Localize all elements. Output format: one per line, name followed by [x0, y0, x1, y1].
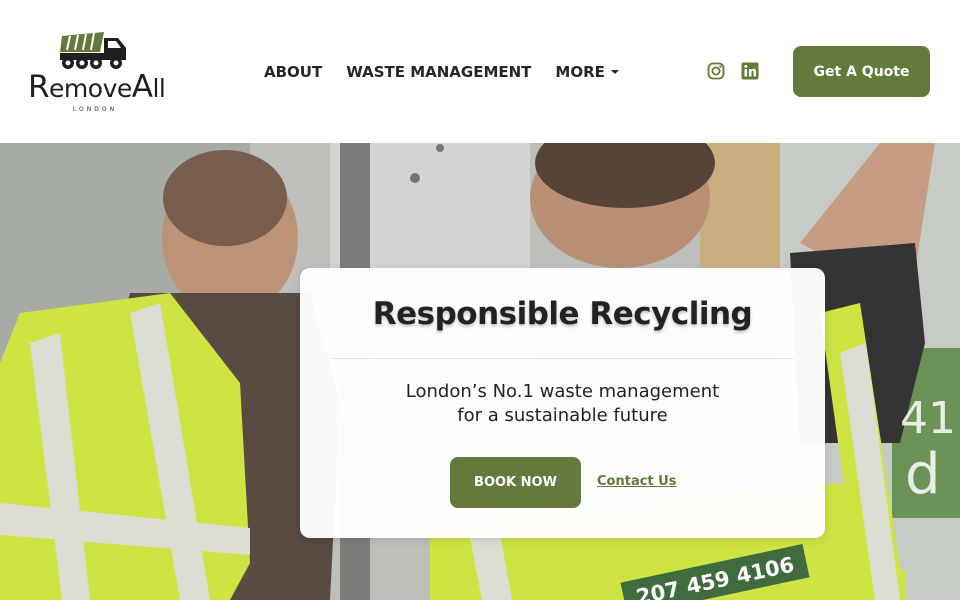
hero-subtitle-line2: for a sustainable future — [457, 405, 668, 426]
hero-subtitle: London’s No.1 waste management for a sus… — [300, 380, 825, 428]
main-nav: ABOUT WASTE MANAGEMENT MORE — [264, 60, 619, 84]
get-quote-button[interactable]: Get A Quote — [793, 46, 930, 97]
card-divider — [332, 358, 794, 359]
hero-subtitle-line1: London’s No.1 waste management — [405, 381, 720, 402]
hero-title: Responsible Recycling — [372, 296, 753, 332]
hero-card: Responsible Recycling London’s No.1 wast… — [300, 268, 825, 538]
brand-name: RemoveAll — [28, 69, 166, 105]
book-now-button[interactable]: BOOK NOW — [450, 457, 581, 508]
linkedin-icon[interactable] — [741, 62, 759, 80]
brand-logo[interactable]: RemoveAll LONDON — [28, 28, 166, 116]
nav-item-about[interactable]: ABOUT — [264, 63, 322, 81]
caret-down-icon — [610, 70, 619, 74]
instagram-icon[interactable] — [707, 62, 725, 80]
brand-subtitle: LONDON — [72, 106, 118, 113]
nav-item-waste-management[interactable]: WASTE MANAGEMENT — [346, 63, 531, 81]
contact-us-link[interactable]: Contact Us — [597, 474, 676, 489]
truck-icon — [60, 32, 126, 69]
site-header: RemoveAll LONDON ABOUT WASTE MANAGEMENT … — [0, 0, 960, 143]
nav-item-more[interactable]: MORE — [555, 63, 619, 81]
